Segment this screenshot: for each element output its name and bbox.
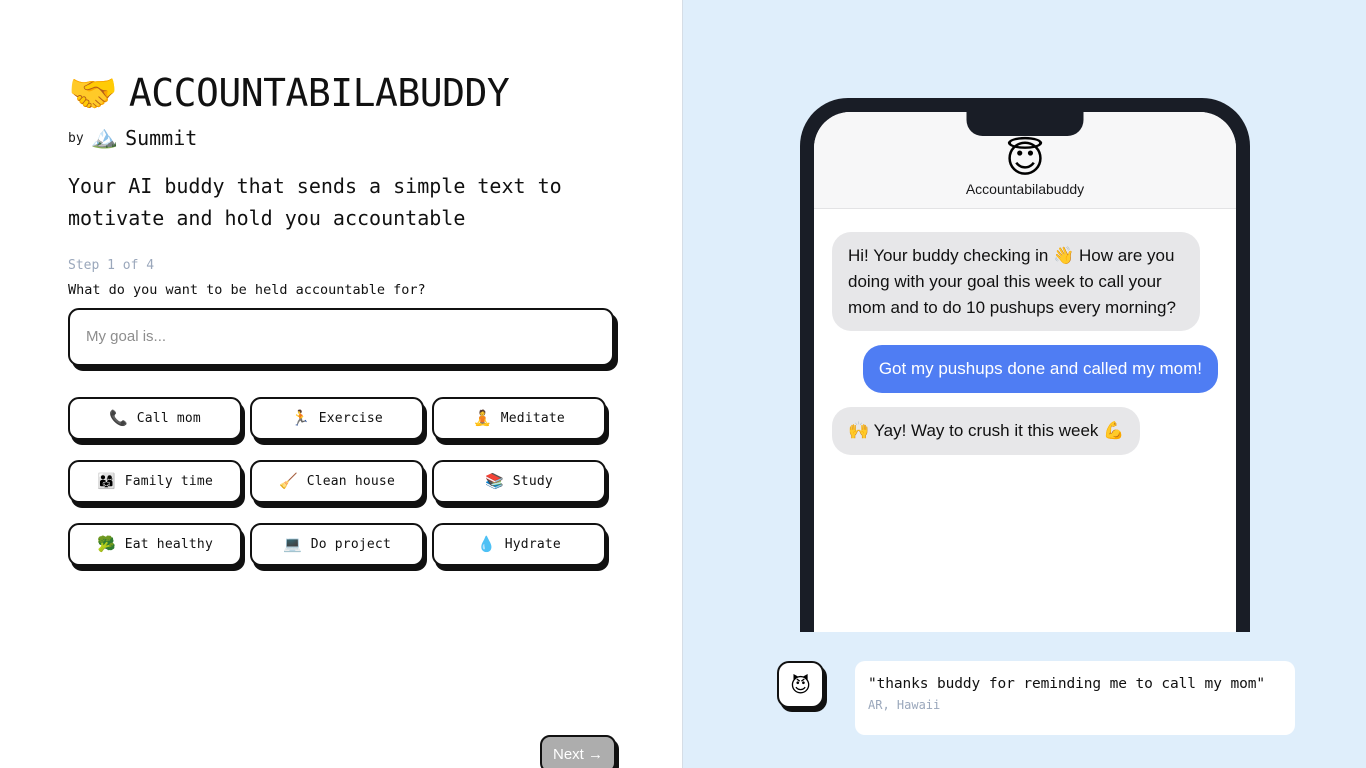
goal-chip-icon: 🧹 (279, 471, 298, 490)
goal-chip-label: Study (512, 473, 553, 489)
chat-bubble-incoming: 🙌 Yay! Way to crush it this week 💪 (832, 407, 1141, 456)
goal-question-label: What do you want to be held accountable … (68, 281, 426, 298)
phone-screen: 😇 Accountabilabuddy Hi! Your buddy check… (814, 112, 1236, 632)
goal-chip[interactable]: 📚 Study (432, 459, 606, 503)
goal-chip-icon: 📚 (485, 471, 504, 490)
mountain-emoji: 🏔️ (90, 125, 119, 150)
goal-chip-icon: 🏃 (291, 408, 310, 427)
onboarding-panel: 🤝 ACCOUNTABILABUDDY by 🏔️ Summit Your AI… (0, 0, 683, 768)
chat-bubble-incoming: Hi! Your buddy checking in 👋 How are you… (832, 232, 1200, 332)
goal-chip[interactable]: 🥦 Eat healthy (68, 522, 242, 566)
byline-company: Summit (125, 126, 198, 150)
phone-notch (966, 112, 1084, 136)
step-indicator: Step 1 of 4 (68, 257, 155, 273)
suggested-goals-grid: 📞 Call mom 🏃 Exercise 🧘 Meditate 👨‍👩‍👧 Family t… (68, 396, 608, 566)
goal-chip-label: Eat healthy (124, 536, 213, 552)
brand-header: 🤝 ACCOUNTABILABUDDY (68, 71, 624, 117)
page-title: ACCOUNTABILABUDDY (128, 71, 510, 116)
onboarding-content: 🤝 ACCOUNTABILABUDDY by 🏔️ Summit Your AI… (68, 71, 624, 566)
message-list: Hi! Your buddy checking in 👋 How are you… (814, 209, 1236, 456)
angel-face-emoji: 😇 (1005, 137, 1045, 181)
testimonial-author: AR, Hawaii (868, 698, 941, 712)
goal-chip-label: Hydrate (504, 536, 561, 552)
phone-mockup: 😇 Accountabilabuddy Hi! Your buddy check… (800, 98, 1250, 632)
byline: by 🏔️ Summit (68, 126, 624, 150)
goal-chip[interactable]: 💻 Do project (250, 522, 424, 566)
goal-chip-icon: 👨‍👩‍👧 (97, 471, 116, 490)
goal-chip[interactable]: 🧘 Meditate (432, 396, 606, 440)
goal-chip-icon: 🧘 (473, 408, 492, 427)
goal-chip-label: Family time (124, 473, 213, 489)
byline-prefix: by (68, 130, 84, 146)
goal-chip[interactable]: 📞 Call mom (68, 396, 242, 440)
goal-chip-label: Exercise (318, 410, 383, 426)
avatar: 😈 (777, 661, 824, 708)
goal-chip-icon: 💧 (477, 534, 496, 553)
app-root: 🤝 ACCOUNTABILABUDDY by 🏔️ Summit Your AI… (0, 0, 1366, 768)
next-button[interactable]: Next → (540, 735, 616, 768)
tagline: Your AI buddy that sends a simple text t… (68, 174, 562, 231)
goal-chip-icon: 📞 (109, 408, 128, 427)
chat-bubble-outgoing: Got my pushups done and called my mom! (862, 345, 1218, 394)
testimonial-card: "thanks buddy for reminding me to call m… (855, 661, 1295, 735)
handshake-emoji: 🤝 (68, 71, 118, 117)
conversation-title: Accountabilabuddy (965, 181, 1085, 197)
smiling-imp-emoji: 😈 (790, 672, 811, 697)
goal-chip[interactable]: 🏃 Exercise (250, 396, 424, 440)
goal-chip-label: Call mom (136, 410, 201, 426)
goal-chip[interactable]: 👨‍👩‍👧 Family time (68, 459, 242, 503)
goal-chip[interactable]: 🧹 Clean house (250, 459, 424, 503)
goal-chip-icon: 💻 (283, 534, 302, 553)
goal-chip-label: Meditate (500, 410, 565, 426)
goal-input[interactable] (68, 307, 614, 366)
goal-chip-icon: 🥦 (97, 534, 116, 553)
testimonial-quote: "thanks buddy for reminding me to call m… (868, 676, 1265, 692)
goal-chip[interactable]: 💧 Hydrate (432, 522, 606, 566)
preview-panel: 😇 Accountabilabuddy Hi! Your buddy check… (683, 0, 1366, 768)
goal-chip-label: Clean house (306, 473, 395, 489)
goal-chip-label: Do project (310, 536, 391, 552)
testimonial: 😈 "thanks buddy for reminding me to call… (777, 661, 1295, 735)
